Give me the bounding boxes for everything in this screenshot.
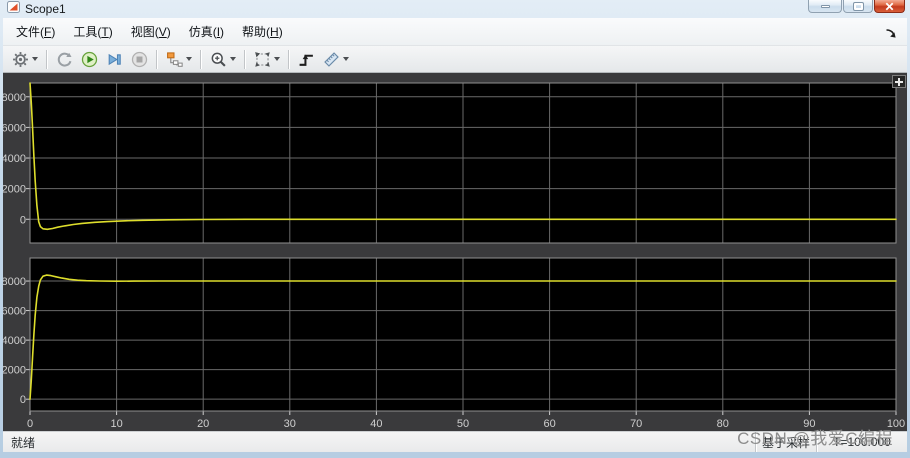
svg-text:4000: 4000 [3,335,26,347]
svg-text:10: 10 [110,418,122,430]
close-button[interactable] [874,0,905,13]
menu-item-help[interactable]: 帮助(H) [233,19,292,44]
step-back-icon [57,52,72,67]
gear-icon [13,51,28,67]
titlebar[interactable]: Scope1 [0,0,910,18]
svg-text:6000: 6000 [3,306,26,318]
menu-item-file[interactable]: 文件(F) [7,19,64,44]
settings-button[interactable] [8,47,42,71]
trigger-button[interactable] [294,47,319,71]
signal-selector-button[interactable] [162,47,196,71]
run-icon [81,51,98,67]
svg-text:30: 30 [284,418,296,430]
trigger-icon [299,54,313,66]
ruler-icon [324,51,339,67]
toolbar-separator [288,49,290,69]
scope-canvas: 0 2000 4000 6000 8000 0 2000 4000 6000 8000 0 10 20 3… [3,73,907,431]
cursor-measurements-button[interactable] [319,47,353,71]
svg-text:0: 0 [27,418,33,430]
menu-bar: 文件(F) 工具(T) 视图(V) 仿真(I) 帮助(H) [3,18,907,46]
zoom-button[interactable] [206,47,240,71]
cursor-measurements-dropdown-caret [343,57,349,61]
toolbar [3,46,907,73]
magnifier-icon [211,52,226,67]
stop-button[interactable] [127,47,152,71]
svg-text:20: 20 [197,418,209,430]
dock-arrow-icon[interactable] [885,26,897,38]
signal-selector-dropdown-caret [186,57,192,61]
svg-text:2000: 2000 [3,365,26,377]
maximize-icon [852,1,864,11]
svg-text:4000: 4000 [3,153,26,165]
close-icon [885,2,894,10]
run-button[interactable] [77,47,102,71]
svg-text:60: 60 [543,418,555,430]
svg-text:0: 0 [20,214,26,226]
toolbar-separator [156,49,158,69]
svg-text:0: 0 [20,394,26,406]
fit-to-view-icon [255,51,270,67]
corner-plus-button[interactable] [892,75,906,88]
menu-item-simulation[interactable]: 仿真(I) [180,19,233,44]
menu-items: 文件(F) 工具(T) 视图(V) 仿真(I) 帮助(H) [7,19,292,44]
step-forward-button[interactable] [102,47,127,71]
toolbar-separator [46,49,48,69]
svg-text:50: 50 [457,418,469,430]
stop-icon [131,51,148,67]
scope-window: Scope1 文件(F) 工具(T) 视图(V) 仿真(I) 帮助(H) 0 2… [0,0,910,458]
signal-hierarchy-icon [167,51,183,67]
step-forward-icon [108,53,121,65]
svg-text:70: 70 [630,418,642,430]
maximize-button[interactable] [843,0,873,13]
toolbar-separator [244,49,246,69]
svg-text:2000: 2000 [3,184,26,196]
zoom-dropdown-caret [230,57,236,61]
watermark-text: CSDN @我爱C编程 [737,429,893,448]
menu-item-tools[interactable]: 工具(T) [64,19,121,44]
status-ready-label: 就绪 [11,435,36,450]
scope-app-icon [7,0,20,18]
svg-text:8000: 8000 [3,276,26,288]
settings-dropdown-caret [32,57,38,61]
svg-text:80: 80 [717,418,729,430]
toolbar-separator [200,49,202,69]
window-title: Scope1 [25,2,66,16]
client-area: 文件(F) 工具(T) 视图(V) 仿真(I) 帮助(H) 0 2000 400… [3,18,907,452]
svg-text:40: 40 [370,418,382,430]
minimize-icon [820,4,830,8]
minimize-button[interactable] [808,0,842,13]
span-dropdown-caret [274,57,280,61]
span-button[interactable] [250,47,284,71]
step-back-button[interactable] [52,47,77,71]
scope-plots[interactable]: 0 2000 4000 6000 8000 0 2000 4000 6000 8000 0 10 20 3… [3,73,907,431]
svg-text:6000: 6000 [3,122,26,134]
svg-text:8000: 8000 [3,92,26,104]
menu-item-view[interactable]: 视图(V) [122,19,180,44]
